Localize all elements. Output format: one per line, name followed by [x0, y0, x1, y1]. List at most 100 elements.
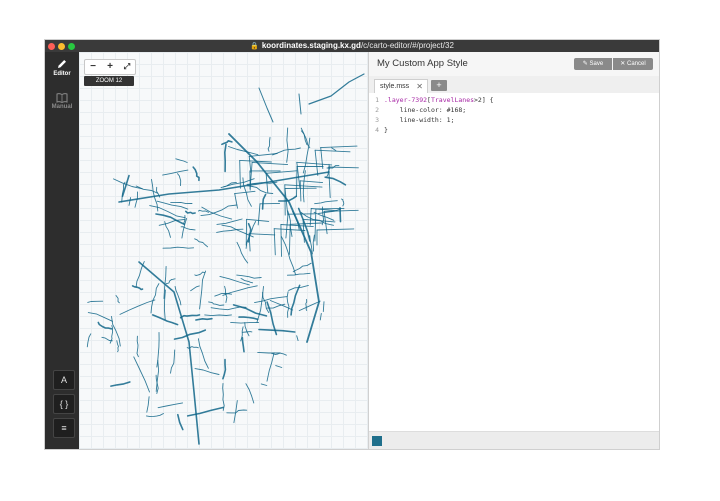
road-segment: [197, 338, 209, 369]
road-segment: [239, 159, 241, 189]
zoom-level-label: ZOOM 12: [84, 76, 134, 86]
cancel-button[interactable]: ✕ Cancel: [613, 58, 653, 70]
road-segment: [244, 322, 250, 337]
road-segment: [226, 409, 248, 414]
color-swatch[interactable]: [372, 436, 382, 446]
zoom-in-button[interactable]: +: [102, 60, 118, 74]
sidebar-tab-editor[interactable]: Editor: [45, 56, 79, 82]
road-segment: [194, 271, 206, 276]
font-icon[interactable]: A: [53, 370, 75, 390]
road-segment: [286, 291, 290, 318]
road-segment: [116, 340, 119, 353]
road-segment: [280, 224, 314, 228]
address-bar[interactable]: 🔒 koordinates.staging.kx.gd/c/carto-edito…: [45, 40, 659, 52]
road-segment: [175, 158, 188, 163]
road-segment: [241, 331, 253, 333]
road-segment: [150, 283, 160, 314]
sidebar-tab-manual-label: Manual: [51, 104, 73, 110]
add-tab-button[interactable]: +: [431, 80, 447, 91]
road-segment: [254, 296, 288, 304]
road-segment: [256, 286, 264, 323]
road-segment: [258, 87, 274, 123]
road-segment: [224, 143, 227, 173]
road-segment: [248, 233, 276, 236]
road-segment: [296, 161, 333, 166]
sidebar-tab-editor-label: Editor: [53, 71, 71, 77]
road-segment: [170, 201, 193, 205]
road-segment: [292, 262, 312, 273]
layers-icon[interactable]: ≡: [53, 418, 75, 438]
braces-icon[interactable]: { }: [53, 394, 75, 414]
save-button[interactable]: ✎ Save: [574, 58, 612, 70]
road-segment: [298, 93, 302, 115]
road-segment: [131, 285, 144, 291]
road-segment: [194, 368, 220, 375]
road-segment: [240, 278, 254, 284]
road-segment: [324, 176, 347, 186]
editor-header: My Custom App Style ✎ Save ✕ Cancel: [369, 52, 659, 76]
code-line: 3 line-width: 1;: [375, 116, 455, 124]
road-segment: [314, 200, 338, 205]
road-segment: [275, 365, 283, 368]
close-icon: ✕: [620, 61, 626, 67]
road-segment: [300, 127, 308, 146]
road-segment: [286, 272, 311, 276]
road-segment: [222, 358, 227, 380]
road-segment: [177, 413, 184, 431]
road-segment: [97, 321, 113, 330]
file-tab-bar: style.mss ✕ +: [369, 76, 659, 94]
road-segment: [331, 147, 337, 152]
code-attribute: TravelLanes: [430, 96, 475, 104]
road-segment: [190, 285, 200, 292]
close-tab-icon[interactable]: ✕: [416, 80, 423, 94]
road-segment: [186, 406, 224, 417]
road-segment: [257, 351, 281, 354]
road-network: [86, 73, 365, 445]
road-segment: [208, 301, 225, 306]
road-segment: [174, 286, 182, 306]
road-segment: [241, 336, 245, 353]
road-segment: [248, 155, 252, 173]
road-segment: [199, 270, 207, 310]
code-line: 1 .layer-7392[TravelLanes>2] {: [375, 96, 494, 104]
road-segment: [135, 185, 159, 194]
sidebar-tab-manual[interactable]: Manual: [45, 90, 79, 116]
save-button-label: Save: [589, 61, 604, 67]
road-segment: [245, 221, 257, 249]
tab-style-mss[interactable]: style.mss ✕: [374, 79, 428, 94]
road-segment: [314, 149, 351, 153]
road-segment: [266, 352, 275, 382]
road-segment: [216, 218, 243, 225]
road-segment: [194, 238, 209, 248]
fullscreen-button[interactable]: ⤢: [119, 60, 135, 74]
road-segment: [222, 383, 225, 411]
road-segment: [101, 336, 113, 342]
road-segment: [339, 207, 342, 223]
road-segment: [157, 402, 184, 409]
road-segment: [289, 222, 323, 225]
road-segment: [322, 301, 325, 312]
road-segment: [119, 299, 156, 315]
app-window: 🔒 koordinates.staging.kx.gd/c/carto-edito…: [45, 40, 659, 449]
code-editor[interactable]: 1 .layer-7392[TravelLanes>2] { 2 line-col…: [369, 93, 659, 431]
road-segment: [221, 140, 233, 146]
zoom-out-button[interactable]: −: [85, 60, 101, 74]
lock-icon: 🔒: [250, 43, 259, 50]
road-segment: [246, 218, 270, 222]
editor-status-bar: [369, 431, 659, 449]
road-segment: [204, 314, 232, 317]
road-segment: [195, 317, 213, 321]
road-segment: [164, 221, 171, 238]
road-segment: [296, 335, 299, 342]
map-view[interactable]: − + ⤢ ZOOM 12: [79, 52, 368, 449]
road-segment: [165, 278, 176, 285]
code-selector: .layer-7392: [384, 96, 428, 104]
road-segment: [285, 213, 289, 239]
road-segment: [133, 356, 150, 393]
url-host: koordinates.staging.kx.gd: [261, 41, 361, 50]
code-line: 2 line-color: #168;: [375, 106, 467, 114]
road-segment: [290, 284, 301, 316]
road-segment: [308, 73, 365, 105]
road-segment: [236, 274, 262, 279]
road-segment: [230, 321, 259, 324]
